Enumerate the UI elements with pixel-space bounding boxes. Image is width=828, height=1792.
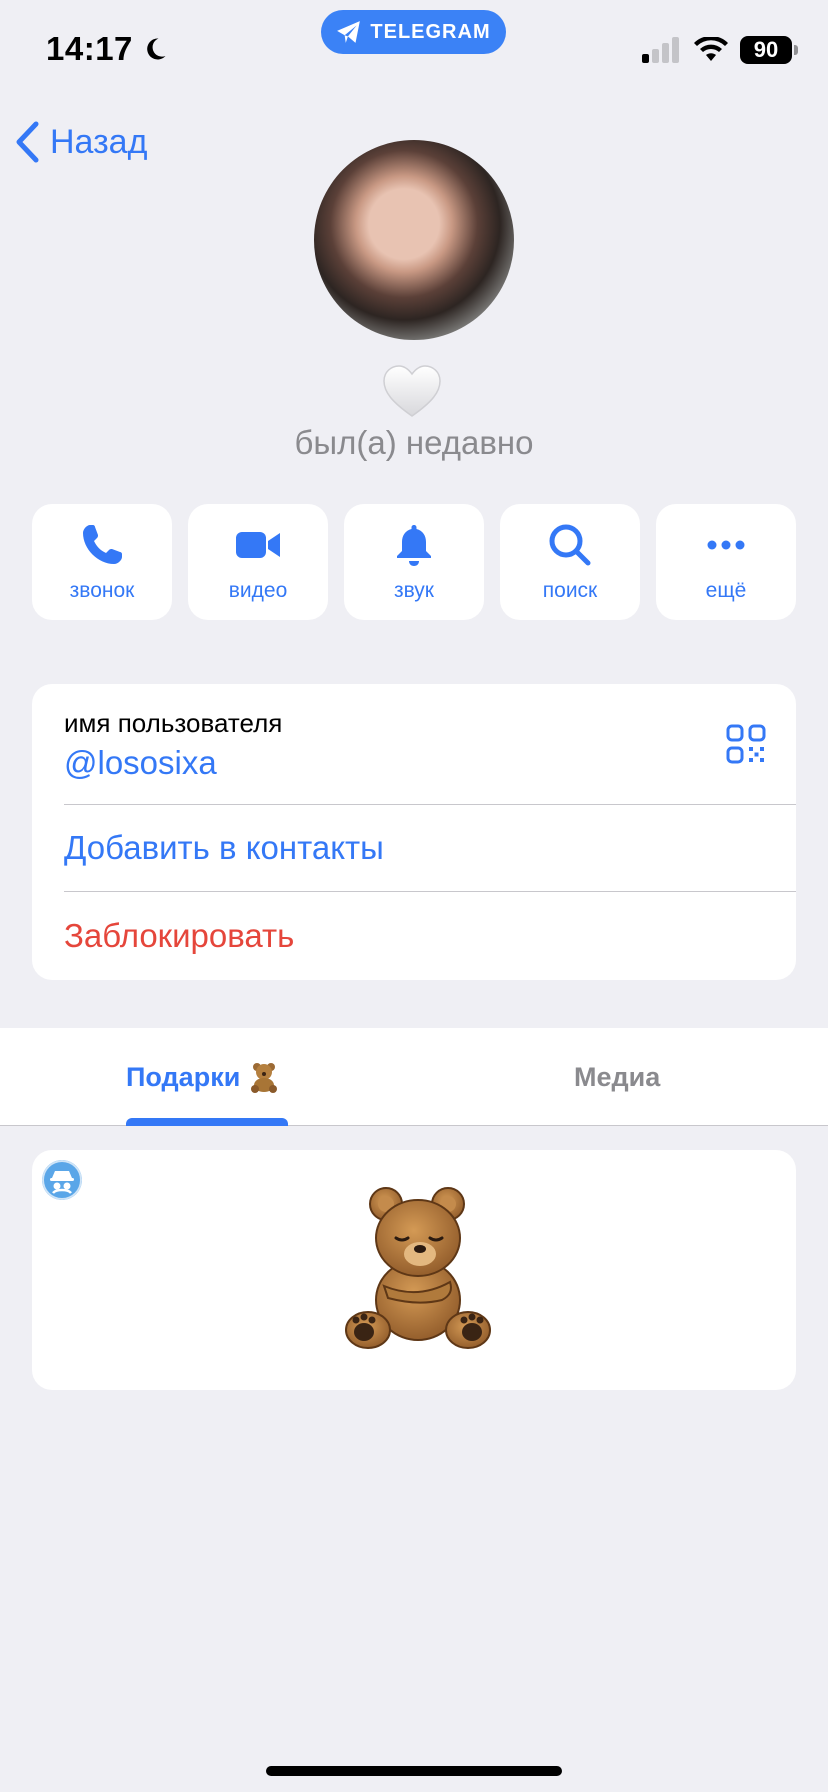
search-label: поиск [542, 579, 598, 602]
last-seen-status: был(а) недавно [294, 424, 534, 461]
active-tab-indicator [126, 1118, 288, 1126]
profile-screen: 14:17 TELEGRAM 90 Назад был(а) недавно з… [0, 0, 828, 1792]
status-time: 14:17 [46, 30, 169, 68]
telegram-icon [337, 21, 361, 43]
status-time-label: 14:17 [46, 30, 133, 67]
call-label: звонок [69, 579, 135, 602]
status-indicators: 90 [642, 36, 798, 64]
back-button[interactable]: Назад [14, 118, 147, 166]
username-label: имя пользователя [64, 708, 283, 738]
teddy-bear-icon [251, 1063, 278, 1093]
wifi-icon [694, 37, 728, 61]
video-button[interactable]: видео [188, 504, 328, 620]
add-contact-button[interactable]: Добавить в контакты [64, 805, 796, 891]
back-label: Назад [50, 122, 148, 161]
telegram-pill-label: TELEGRAM [370, 20, 491, 43]
bell-icon [397, 525, 431, 566]
chevron-left-icon [16, 121, 39, 163]
search-button[interactable]: поиск [500, 504, 640, 620]
more-button[interactable]: ещё [656, 504, 796, 620]
action-buttons: звонок видео звук поиск ещё [32, 504, 796, 620]
battery-icon: 90 [740, 36, 798, 64]
white-heart-icon[interactable] [382, 364, 442, 420]
more-label: ещё [705, 579, 747, 602]
sound-button[interactable]: звук [344, 504, 484, 620]
profile-tabs: Подарки Медиа [0, 1028, 828, 1126]
telegram-pill[interactable]: TELEGRAM [321, 10, 506, 54]
video-label: видео [228, 579, 288, 602]
tab-media[interactable]: Медиа [574, 1028, 660, 1126]
qr-code-icon[interactable] [726, 724, 766, 764]
teddy-bear-gift-icon [345, 1187, 491, 1349]
username-value[interactable]: @lososixa [64, 744, 217, 782]
phone-icon [83, 525, 122, 564]
incognito-icon [42, 1160, 82, 1200]
video-icon [236, 532, 280, 558]
home-indicator[interactable] [266, 1766, 562, 1776]
avatar[interactable] [314, 140, 514, 340]
block-button[interactable]: Заблокировать [64, 892, 796, 980]
more-icon [707, 540, 745, 550]
call-button[interactable]: звонок [32, 504, 172, 620]
search-icon [549, 524, 591, 566]
moon-icon [147, 38, 166, 60]
tab-gifts[interactable]: Подарки [126, 1028, 280, 1126]
tab-gifts-label: Подарки [126, 1061, 241, 1092]
info-card: имя пользователя @lososixa Добавить в ко… [32, 684, 796, 980]
cellular-signal-icon [642, 37, 679, 63]
username-row[interactable]: имя пользователя @lososixa [64, 684, 796, 804]
sound-label: звук [393, 579, 434, 602]
battery-level: 90 [753, 37, 779, 62]
